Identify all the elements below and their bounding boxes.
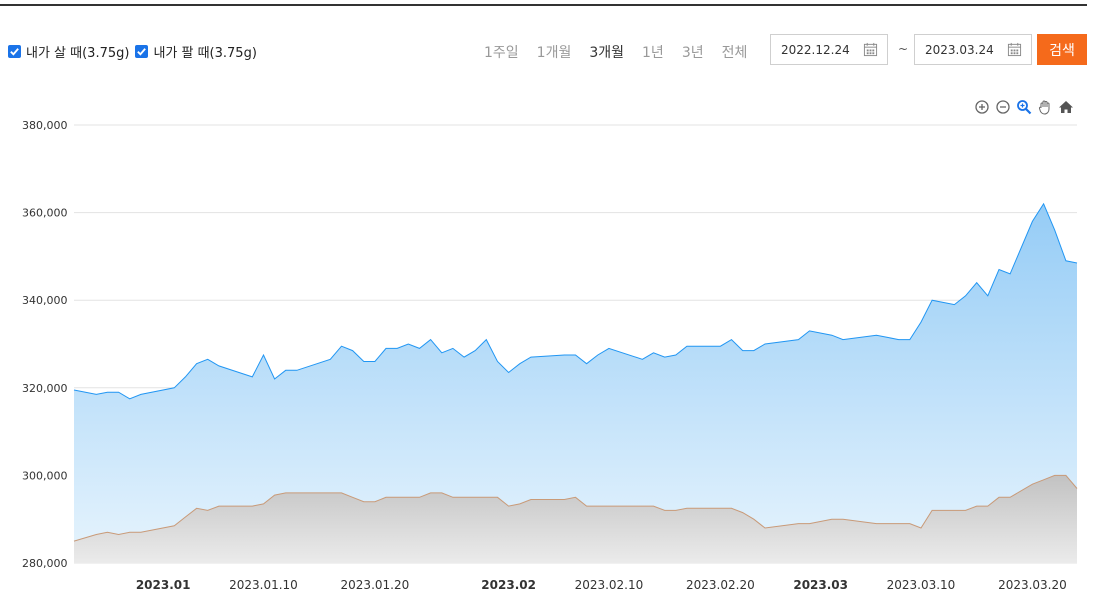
x-tick-label: 2023.02.20 [686,578,755,592]
y-tick-label: 280,000 [22,557,68,570]
x-tick-label: 2023.03.10 [887,578,956,592]
x-tick-label: 2023.03 [793,578,848,592]
x-tick-label: 2023.01 [136,578,191,592]
x-tick-label: 2023.03.20 [998,578,1067,592]
x-tick-label: 2023.01.10 [229,578,298,592]
x-tick-label: 2023.02.10 [575,578,644,592]
y-tick-label: 360,000 [22,207,68,220]
x-tick-label: 2023.02 [481,578,536,592]
y-tick-label: 320,000 [22,382,68,395]
y-tick-label: 300,000 [22,469,68,482]
y-tick-label: 340,000 [22,294,68,307]
price-chart: 280,000 300,000 320,000 340,000 360,000 380,0… [22,119,1078,592]
y-tick-label: 380,000 [22,119,68,132]
x-axis-ticks: 2023.01 2023.01.10 2023.01.20 2023.02 2023.0… [136,578,1067,592]
y-axis-ticks: 280,000 300,000 320,000 340,000 360,000 380,0… [22,119,68,570]
x-tick-label: 2023.01.20 [341,578,410,592]
